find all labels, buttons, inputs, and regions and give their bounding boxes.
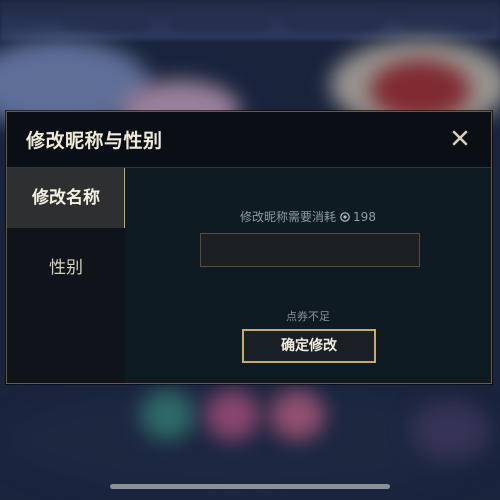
insufficient-coupons-text: 点券不足 bbox=[286, 310, 330, 323]
dialog-sidebar: 修改名称 性别 bbox=[7, 168, 126, 383]
tab-rename-label: 修改名称 bbox=[32, 188, 100, 208]
coupon-icon bbox=[340, 212, 350, 222]
nickname-input[interactable] bbox=[200, 233, 420, 267]
rename-dialog: 修改昵称与性别 修改名称 性别 修改昵称需要消耗 198 点券不足 确定修改 bbox=[6, 111, 492, 384]
tab-rename[interactable]: 修改名称 bbox=[7, 168, 126, 228]
confirm-rename-button[interactable]: 确定修改 bbox=[242, 329, 376, 363]
tab-gender-label: 性别 bbox=[49, 258, 83, 278]
dialog-title: 修改昵称与性别 bbox=[26, 130, 163, 152]
close-button[interactable] bbox=[448, 126, 472, 150]
dialog-header: 修改昵称与性别 bbox=[7, 112, 491, 168]
tab-gender[interactable]: 性别 bbox=[7, 238, 125, 298]
cost-line: 修改昵称需要消耗 198 bbox=[125, 208, 491, 225]
cost-amount: 198 bbox=[353, 210, 376, 224]
rename-panel: 修改昵称需要消耗 198 点券不足 确定修改 bbox=[125, 168, 491, 383]
home-indicator bbox=[110, 484, 390, 489]
cost-label: 修改昵称需要消耗 bbox=[240, 210, 337, 224]
dialog-body: 修改名称 性别 修改昵称需要消耗 198 点券不足 确定修改 bbox=[7, 168, 491, 383]
close-icon bbox=[452, 130, 468, 146]
